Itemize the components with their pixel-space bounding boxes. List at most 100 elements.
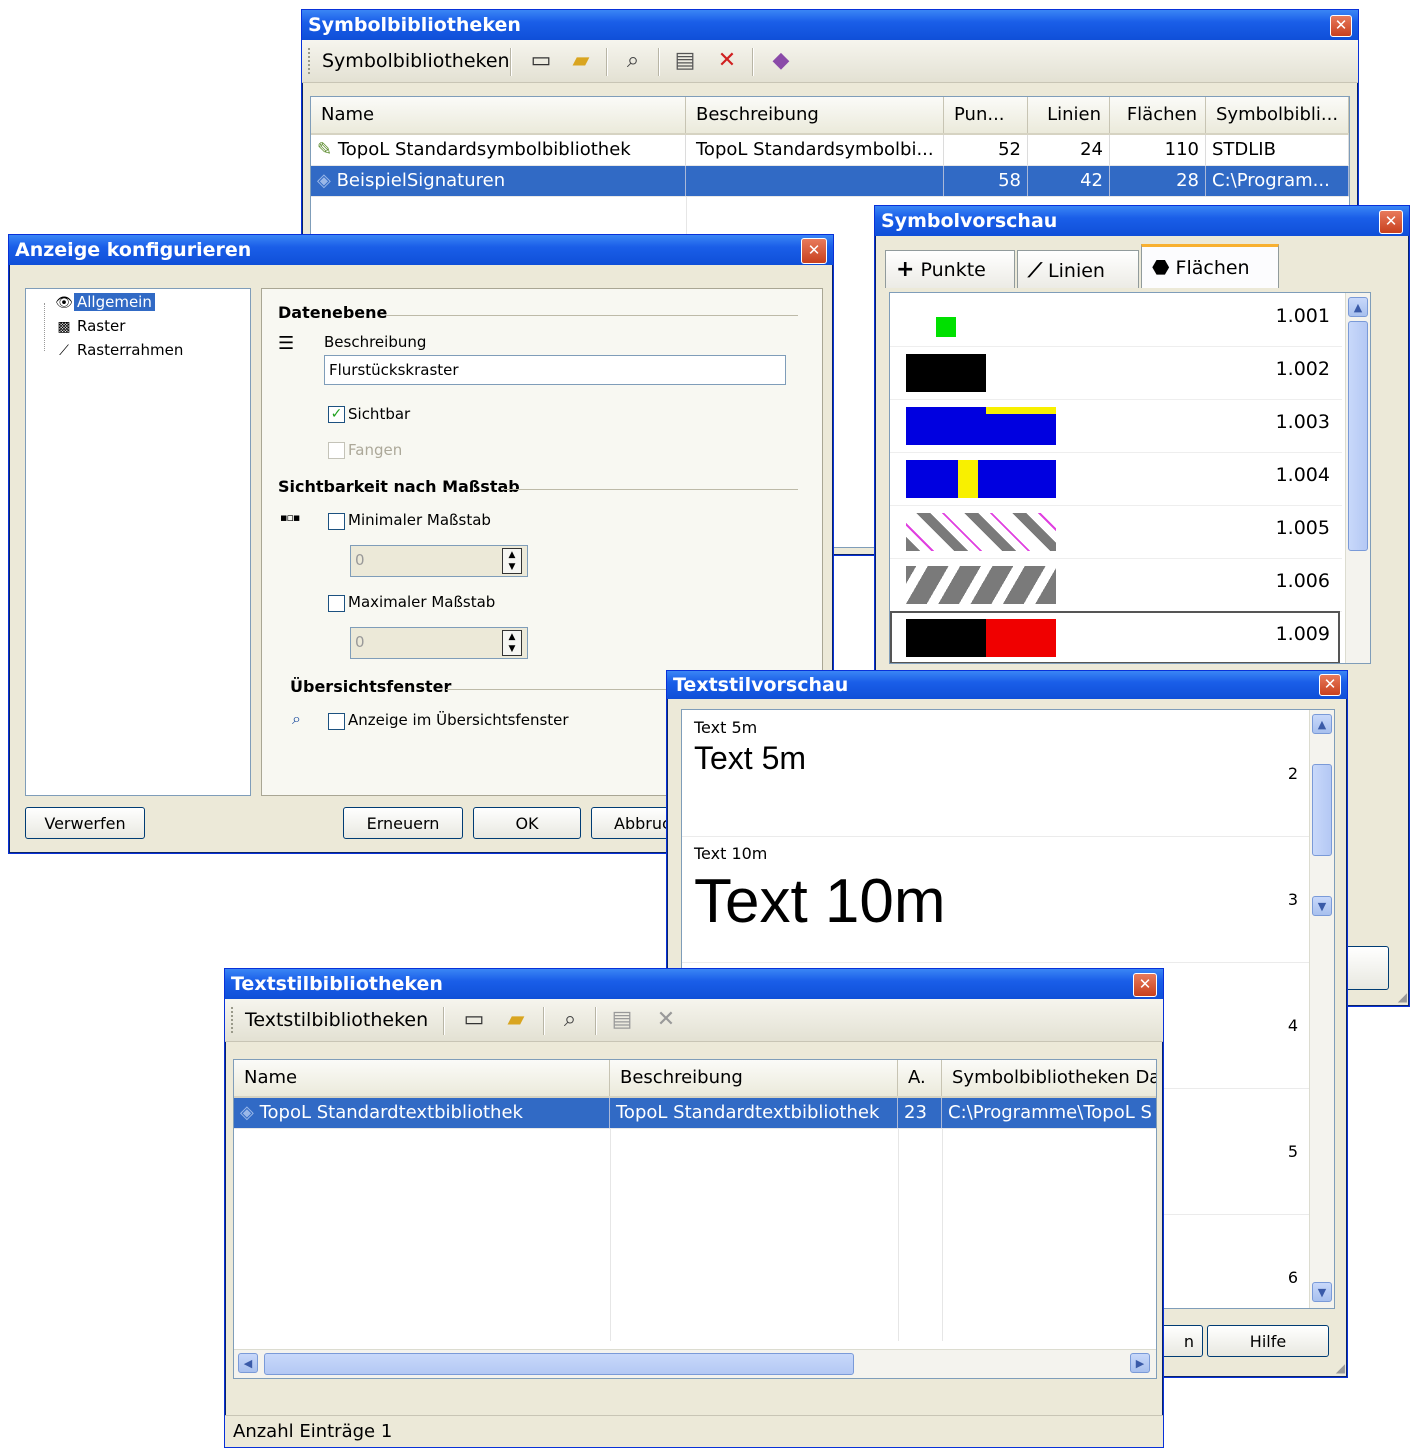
library-icon: ◈ <box>317 170 331 191</box>
scroll-down-icon[interactable]: ▼ <box>1312 896 1332 916</box>
erneuern-button[interactable]: Erneuern <box>343 807 463 839</box>
symbol-swatch <box>906 619 986 657</box>
column-header-beschreibung[interactable]: Beschreibung <box>686 97 944 133</box>
resize-grip-icon[interactable]: ◢ <box>1336 1361 1345 1375</box>
ok-button[interactable]: OK <box>473 807 581 839</box>
close-icon[interactable]: ✕ <box>801 238 827 264</box>
close-icon[interactable]: ✕ <box>1319 674 1341 696</box>
new-library-icon[interactable]: ▭ <box>528 48 554 74</box>
textstilbib-titlebar[interactable]: Textstilbibliotheken ✕ <box>225 969 1163 999</box>
close-icon[interactable]: ✕ <box>1379 210 1403 234</box>
minimaler-spin-icon[interactable]: ▲ ▼ <box>502 548 522 574</box>
tree-lines <box>44 303 46 351</box>
uebersichtsfenster-checkbox[interactable] <box>328 713 345 730</box>
scroll-left-icon[interactable]: ◀ <box>238 1353 258 1373</box>
horizontal-scrollbar[interactable]: ◀ ▶ <box>234 1349 1156 1378</box>
hilfe-button[interactable]: Hilfe <box>1207 1325 1329 1357</box>
symbolbibliotheken-titlebar[interactable]: Symbolbibliotheken ✕ <box>302 10 1358 40</box>
toolbar-separator <box>443 1007 445 1035</box>
scroll-thumb[interactable] <box>1348 321 1368 551</box>
fangen-checkbox[interactable] <box>328 442 345 459</box>
toolbar-label[interactable]: Symbolbibliotheken <box>322 40 510 82</box>
open-folder-icon[interactable]: ▰ <box>568 48 594 74</box>
toolbar-grip[interactable] <box>231 1007 236 1033</box>
column-header-name[interactable]: Name <box>234 1060 610 1096</box>
symbol-number: 1.009 <box>1275 623 1330 645</box>
list-item[interactable]: 1.006 <box>890 558 1342 612</box>
toolbar-label[interactable]: Textstilbibliotheken <box>245 999 428 1041</box>
style-index: 3 <box>1287 890 1298 909</box>
symbol-list-scrollbar[interactable]: ▲ <box>1345 293 1370 663</box>
list-item[interactable]: 1.002 <box>890 346 1342 400</box>
list-item[interactable]: Text 5m Text 5m 2 <box>682 710 1334 837</box>
symbol-number: 1.006 <box>1275 570 1330 592</box>
beschreibung-input[interactable]: Flurstückskraster <box>324 355 786 385</box>
column-header-punkte[interactable]: Pun... <box>944 97 1028 133</box>
list-item[interactable]: Text 10m Text 10m 3 <box>682 836 1334 963</box>
library-book-icon[interactable]: ◆ <box>768 48 794 74</box>
textstilvorschau-titlebar[interactable]: Textstilvorschau ✕ <box>667 671 1347 699</box>
new-library-icon[interactable]: ▭ <box>461 1007 487 1033</box>
column-header-anzahl[interactable]: A. <box>898 1060 942 1096</box>
symbolvorschau-partial-button[interactable] <box>1345 946 1389 990</box>
scroll-up-icon[interactable]: ▲ <box>1348 297 1368 317</box>
tab-flaechen[interactable]: ⬣ Flächen <box>1141 244 1279 288</box>
close-icon[interactable]: ✕ <box>1330 15 1352 37</box>
section-uebersichtsfenster: Übersichtsfenster <box>290 677 452 696</box>
library-icon: ✎ <box>317 139 333 160</box>
scroll-right-icon[interactable]: ▶ <box>1130 1353 1150 1373</box>
statusbar: Anzahl Einträge 1 <box>225 1415 1163 1447</box>
preview-icon[interactable]: ⌕ <box>620 48 646 74</box>
resize-grip-icon[interactable]: ◢ <box>1398 990 1407 1004</box>
symbol-swatch-accent <box>986 407 1056 414</box>
window-title: Symbolbibliotheken <box>308 14 521 36</box>
scroll-thumb[interactable] <box>264 1353 854 1375</box>
symbolvorschau-titlebar[interactable]: Symbolvorschau ✕ <box>875 206 1409 236</box>
column-header-name[interactable]: Name <box>311 97 686 133</box>
style-preview: Text 10m <box>694 867 946 936</box>
open-folder-icon[interactable]: ▰ <box>503 1007 529 1033</box>
scroll-up-icon[interactable]: ▲ <box>1312 714 1332 734</box>
column-header-linien[interactable]: Linien <box>1028 97 1110 133</box>
table-row[interactable]: ◈ TopoL Standardtextbibliothek TopoL Sta… <box>234 1098 1156 1129</box>
scroll-down-icon[interactable]: ▼ <box>1312 1282 1332 1302</box>
properties-icon[interactable]: ▤ <box>609 1007 635 1033</box>
maximaler-massstab-checkbox[interactable] <box>328 595 345 612</box>
symbol-number: 1.003 <box>1275 411 1330 433</box>
sichtbar-checkbox[interactable]: ✓ <box>328 406 345 423</box>
tree-item-raster[interactable]: ▩ Raster <box>54 317 128 335</box>
list-item[interactable]: 1.003 <box>890 399 1342 453</box>
text-style-scrollbar[interactable]: ▲ ▼ ▼ <box>1309 710 1334 1308</box>
preview-icon[interactable]: ⌕ <box>557 1007 583 1033</box>
minimaler-massstab-checkbox[interactable] <box>328 513 345 530</box>
anzeige-titlebar[interactable]: Anzeige konfigurieren ✕ <box>9 235 833 265</box>
list-item[interactable]: 1.009 <box>890 611 1340 663</box>
column-header-symbolbibliothek[interactable]: Symbolbibli... <box>1206 97 1349 133</box>
column-header-beschreibung[interactable]: Beschreibung <box>610 1060 898 1096</box>
column-header-flaechen[interactable]: Flächen <box>1110 97 1206 133</box>
list-item[interactable]: 1.001 <box>890 293 1342 347</box>
toolbar-separator <box>752 48 754 76</box>
uebersichtsfenster-label: Anzeige im Übersichtsfenster <box>348 711 569 729</box>
verwerfen-button[interactable]: Verwerfen <box>25 807 145 839</box>
list-item[interactable]: 1.005 <box>890 505 1342 559</box>
cell-beschreibung: TopoL Standardtextbibliothek <box>610 1098 898 1128</box>
tab-punkte[interactable]: + Punkte <box>885 250 1015 288</box>
scroll-thumb[interactable] <box>1312 764 1332 856</box>
tree-item-rasterrahmen[interactable]: ⟋ Rasterrahmen <box>54 341 186 359</box>
toolbar-grip[interactable] <box>308 48 313 74</box>
symbol-number: 1.002 <box>1275 358 1330 380</box>
table-row[interactable]: ✎ TopoL Standardsymbolbibliothek TopoL S… <box>311 135 1349 166</box>
toolbar-separator <box>658 48 660 76</box>
tab-linien[interactable]: ⟋ Linien <box>1017 250 1139 288</box>
column-header-symbolbibliotheken-datei[interactable]: Symbolbibliotheken Da <box>942 1060 1156 1096</box>
layers-icon: ☰ <box>278 333 295 354</box>
maximaler-spin-icon[interactable]: ▲ ▼ <box>502 630 522 656</box>
table-row[interactable]: ◈ BeispielSignaturen 58 42 28 C:\Program… <box>311 166 1349 197</box>
properties-icon[interactable]: ▤ <box>672 48 698 74</box>
delete-icon[interactable]: ✕ <box>653 1007 679 1033</box>
tree-item-allgemein[interactable]: 👁 Allgemein <box>54 293 155 311</box>
delete-icon[interactable]: ✕ <box>714 48 740 74</box>
list-item[interactable]: 1.004 <box>890 452 1342 506</box>
close-icon[interactable]: ✕ <box>1133 973 1157 997</box>
